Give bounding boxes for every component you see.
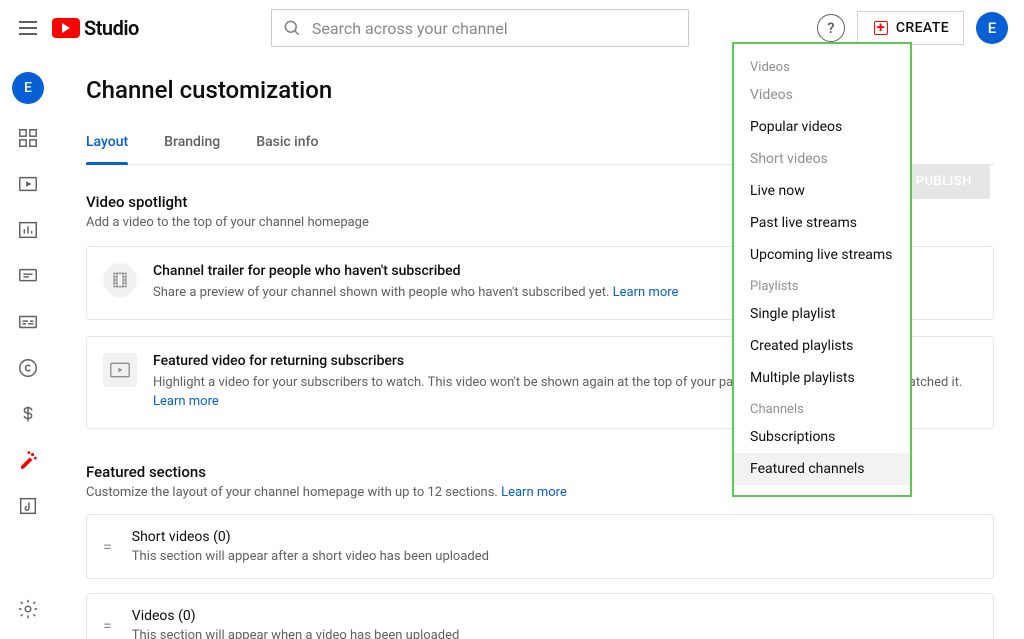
add-section-menu: Videos Videos Popular videos Short video… <box>732 42 912 497</box>
menu-group-playlists: Playlists <box>734 271 910 298</box>
menu-group-videos: Videos <box>734 52 910 79</box>
search-placeholder: Search across your channel <box>312 19 508 38</box>
youtube-icon <box>52 18 80 38</box>
channel-avatar[interactable]: E <box>12 72 44 104</box>
menu-item-popular-videos[interactable]: Popular videos <box>734 111 910 143</box>
logo-text: Studio <box>84 16 139 40</box>
nav-settings[interactable] <box>8 589 48 629</box>
menu-item-live-now[interactable]: Live now <box>734 175 910 207</box>
gear-icon <box>17 598 39 620</box>
tab-layout[interactable]: Layout <box>86 124 128 164</box>
trailer-card-sub: Share a preview of your channel shown wi… <box>153 283 678 303</box>
section-row-short-videos[interactable]: = Short videos (0) This section will app… <box>86 514 994 579</box>
tab-branding[interactable]: Branding <box>164 124 220 164</box>
menu-item-created-playlists[interactable]: Created playlists <box>734 330 910 362</box>
row-sub: This section will appear after a short v… <box>132 549 489 564</box>
account-avatar[interactable]: E <box>976 12 1008 44</box>
row-title: Short videos (0) <box>132 529 489 545</box>
trailer-learn-more[interactable]: Learn more <box>613 285 679 300</box>
left-nav: E <box>0 56 56 639</box>
drag-handle-icon[interactable]: = <box>103 537 114 556</box>
dashboard-icon <box>17 127 39 149</box>
nav-content[interactable] <box>8 164 48 204</box>
copyright-icon <box>17 357 39 379</box>
menu-item-subscriptions[interactable]: Subscriptions <box>734 421 910 453</box>
drag-handle-icon[interactable]: = <box>103 616 114 635</box>
nav-copyright[interactable] <box>8 348 48 388</box>
analytics-icon <box>17 219 39 241</box>
nav-monetization[interactable] <box>8 394 48 434</box>
nav-audio-library[interactable] <box>8 486 48 526</box>
tab-basic-info[interactable]: Basic info <box>256 124 318 164</box>
featured-learn-more[interactable]: Learn more <box>153 394 219 409</box>
nav-comments[interactable] <box>8 256 48 296</box>
nav-subtitles[interactable] <box>8 302 48 342</box>
row-sub: This section will appear when a video ha… <box>132 628 460 639</box>
nav-analytics[interactable] <box>8 210 48 250</box>
subtitles-icon <box>17 311 39 333</box>
trailer-card-title: Channel trailer for people who haven't s… <box>153 263 678 279</box>
nav-customization[interactable] <box>8 440 48 480</box>
youtube-studio-logo[interactable]: Studio <box>52 16 139 40</box>
search-icon <box>282 18 302 38</box>
menu-item-short-videos: Short videos <box>734 143 910 175</box>
menu-item-multiple-playlists[interactable]: Multiple playlists <box>734 362 910 394</box>
dollar-icon <box>17 403 39 425</box>
section-row-videos[interactable]: = Videos (0) This section will appear wh… <box>86 593 994 639</box>
magic-wand-icon <box>17 449 39 471</box>
sections-learn-more[interactable]: Learn more <box>501 485 567 500</box>
create-icon <box>872 19 890 37</box>
audio-library-icon <box>17 495 39 517</box>
film-strip-icon <box>103 263 137 297</box>
menu-item-single-playlist[interactable]: Single playlist <box>734 298 910 330</box>
search-input[interactable]: Search across your channel <box>271 9 689 47</box>
menu-icon[interactable] <box>16 16 40 40</box>
menu-group-channels: Channels <box>734 394 910 421</box>
create-button[interactable]: CREATE <box>857 11 964 45</box>
nav-dashboard[interactable] <box>8 118 48 158</box>
row-title: Videos (0) <box>132 608 460 624</box>
comments-icon <box>17 265 39 287</box>
content-icon <box>17 173 39 195</box>
menu-item-videos: Videos <box>734 79 910 111</box>
help-icon[interactable]: ? <box>817 14 845 42</box>
create-label: CREATE <box>896 20 949 36</box>
menu-item-featured-channels[interactable]: Featured channels <box>734 453 910 485</box>
menu-item-upcoming-live-streams[interactable]: Upcoming live streams <box>734 239 910 271</box>
video-thumbnail-icon <box>103 353 137 387</box>
menu-item-past-live-streams[interactable]: Past live streams <box>734 207 910 239</box>
